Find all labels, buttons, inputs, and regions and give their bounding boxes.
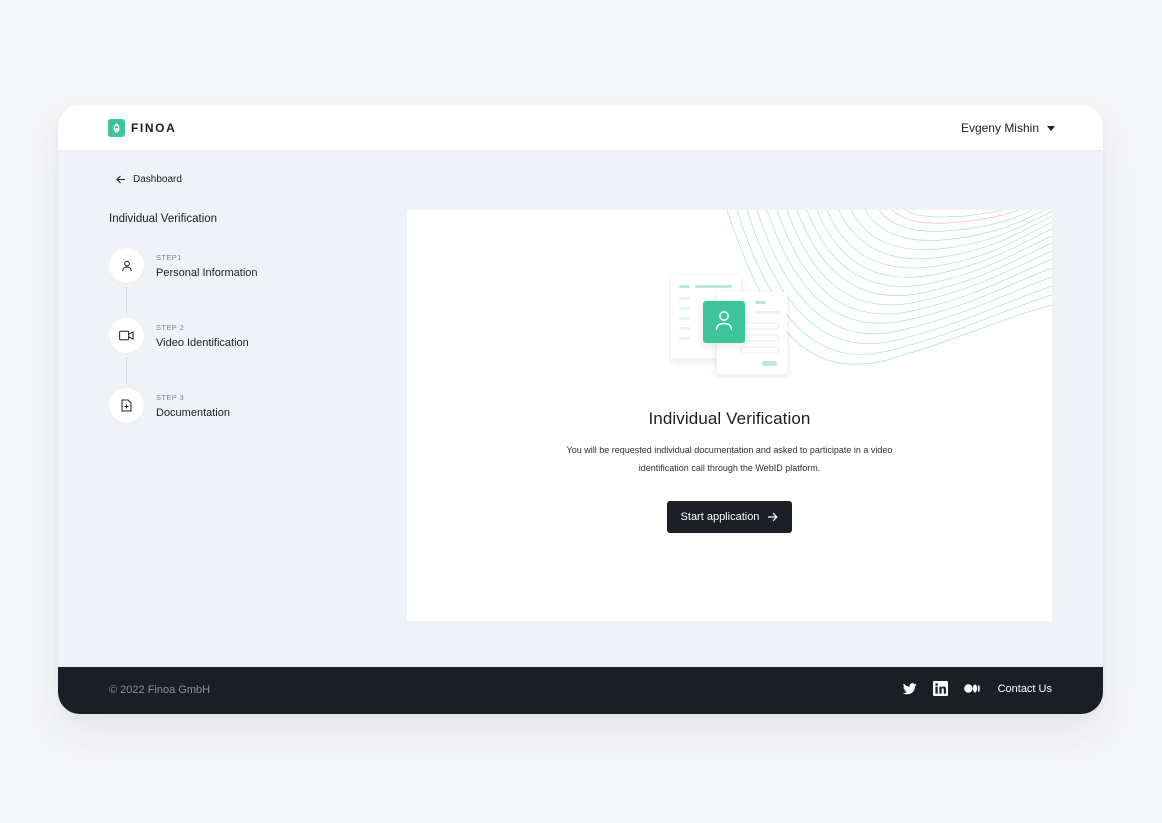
copyright-text: © 2022 Finoa GmbH xyxy=(109,684,211,696)
step-label: Personal Information xyxy=(156,266,258,279)
arrow-left-icon xyxy=(116,175,125,184)
video-camera-icon xyxy=(119,330,134,341)
sidebar-title: Individual Verification xyxy=(109,213,218,225)
linkedin-icon[interactable] xyxy=(932,681,948,696)
verification-card: Individual Verification You will be requ… xyxy=(407,210,1052,621)
step-connector xyxy=(126,357,127,384)
step-icon-circle xyxy=(109,248,144,283)
arrow-right-icon xyxy=(768,512,779,522)
finoa-logo[interactable]: FINOA xyxy=(108,119,176,137)
user-menu[interactable]: Evgeny Mishin xyxy=(961,121,1055,135)
step-icon-circle xyxy=(109,318,144,353)
step-kicker: STEP 3 xyxy=(156,392,185,402)
step-connector xyxy=(126,287,127,314)
step-kicker: STEP 2 xyxy=(156,322,185,332)
card-description: You will be requested individual documen… xyxy=(566,445,893,473)
start-application-label: Start application xyxy=(680,511,760,523)
document-add-icon xyxy=(121,399,132,412)
app-frame: FINOA Evgeny Mishin Dashboard Individual… xyxy=(58,105,1103,714)
user-name: Evgeny Mishin xyxy=(960,121,1039,135)
caret-down-icon xyxy=(1047,125,1055,131)
footer: © 2022 Finoa GmbH Contact Us xyxy=(58,667,1103,714)
step-kicker: STEP1 xyxy=(156,252,182,262)
back-to-dashboard-link[interactable]: Dashboard xyxy=(116,174,182,185)
twitter-icon[interactable] xyxy=(902,682,917,695)
step-label: Documentation xyxy=(156,406,230,419)
card-title: Individual Verification xyxy=(648,409,811,428)
step-video-identification[interactable]: STEP 2 Video Identification xyxy=(109,318,249,353)
medium-icon[interactable] xyxy=(963,684,980,693)
person-icon xyxy=(121,260,132,271)
step-label: Video Identification xyxy=(156,336,249,349)
step-personal-information[interactable]: STEP1 Personal Information xyxy=(109,248,258,283)
contact-us-link[interactable]: Contact Us xyxy=(998,683,1052,695)
start-application-button[interactable]: Start application xyxy=(667,501,792,533)
finoa-logo-text: FINOA xyxy=(131,121,177,135)
step-icon-circle xyxy=(109,388,144,423)
finoa-logo-icon xyxy=(108,119,125,137)
top-bar: FINOA Evgeny Mishin xyxy=(58,105,1103,151)
back-link-label: Dashboard xyxy=(133,174,182,185)
verification-illustration xyxy=(671,276,787,374)
step-documentation[interactable]: STEP 3 Documentation xyxy=(109,388,230,423)
